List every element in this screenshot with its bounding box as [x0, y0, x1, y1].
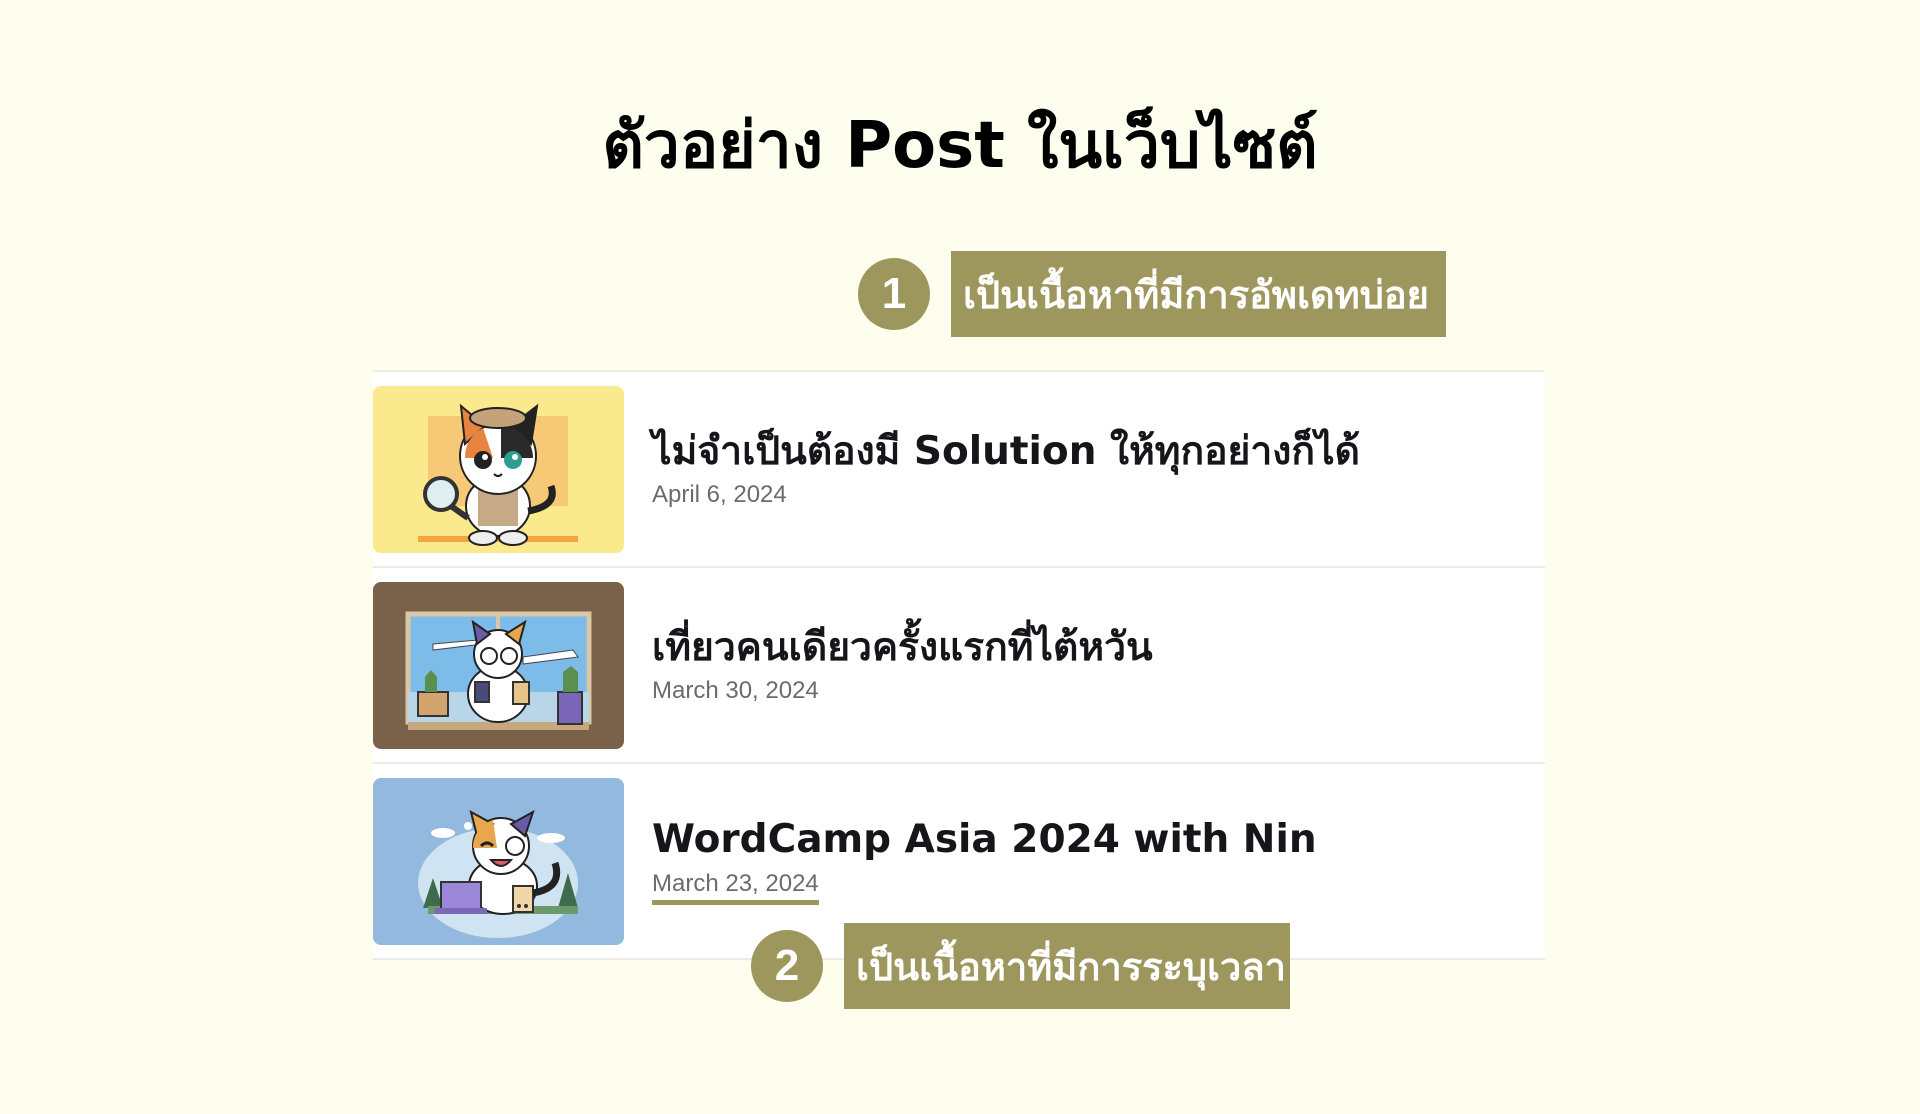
callout-timestamped: 2 เป็นเนื้อหาที่มีการระบุเวลา	[751, 923, 1290, 1009]
traveling-cat-thumbnail[interactable]	[373, 581, 624, 749]
callout-number-badge: 2	[751, 930, 823, 1002]
post-date: March 23, 2024	[652, 870, 819, 905]
callout-label: เป็นเนื้อหาที่มีการอัพเดทบ่อย	[951, 251, 1446, 337]
post-date: April 6, 2024	[652, 481, 787, 509]
callout-label: เป็นเนื้อหาที่มีการระบุเวลา	[844, 923, 1290, 1009]
post-date: March 30, 2024	[652, 677, 819, 705]
page-title: ตัวอย่าง Post ในเว็บไซต์	[602, 109, 1318, 183]
post-item[interactable]: เที่ยวคนเดียวครั้งแรกที่ไต้หวัน March 30…	[373, 568, 1545, 764]
post-title[interactable]: เที่ยวคนเดียวครั้งแรกที่ไต้หวัน	[652, 625, 1153, 672]
post-item[interactable]: ไม่จำเป็นต้องมี Solution ให้ทุกอย่างก็ได…	[373, 372, 1545, 568]
callout-updated-often: 1 เป็นเนื้อหาที่มีการอัพเดทบ่อย	[858, 251, 1446, 337]
callout-number-badge: 1	[858, 258, 930, 330]
post-list: ไม่จำเป็นต้องมี Solution ให้ทุกอย่างก็ได…	[373, 370, 1545, 960]
post-title[interactable]: ไม่จำเป็นต้องมี Solution ให้ทุกอย่างก็ได…	[652, 429, 1360, 476]
post-title[interactable]: WordCamp Asia 2024 with Nin	[652, 817, 1317, 864]
detective-cat-thumbnail[interactable]	[373, 385, 624, 553]
laptop-cat-thumbnail[interactable]	[373, 777, 624, 945]
